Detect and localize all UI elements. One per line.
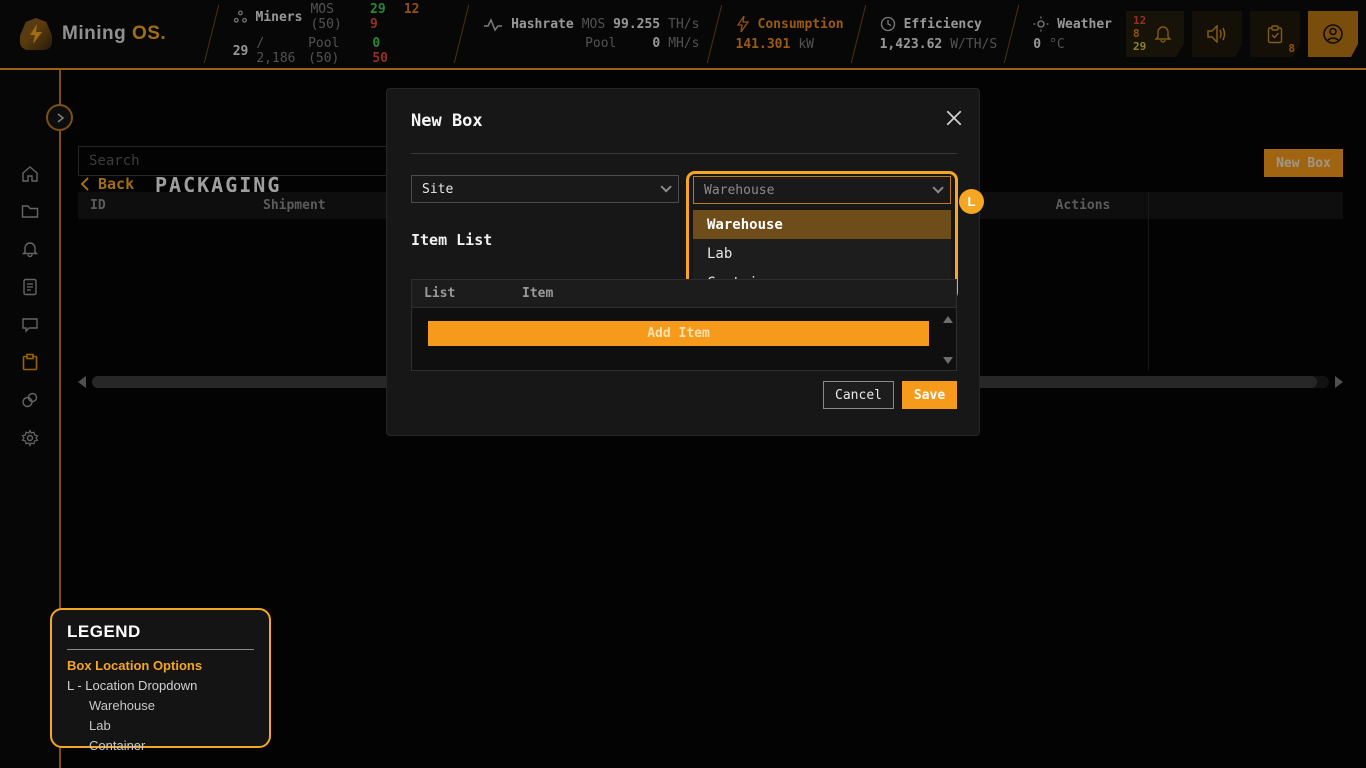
chevron-down-icon: [660, 181, 671, 192]
item-list-heading: Item List: [411, 231, 492, 249]
modal-title: New Box: [411, 111, 483, 131]
column-header-item: Item: [522, 286, 553, 301]
item-table-header-row: List Item: [412, 280, 956, 308]
legend-divider: [67, 649, 254, 650]
annotation-badge-l: L: [959, 189, 984, 214]
cancel-button[interactable]: Cancel: [823, 381, 894, 409]
legend-panel: LEGEND Box Location Options L - Location…: [50, 608, 271, 748]
legend-option-container: Container: [67, 738, 254, 753]
site-select[interactable]: Site: [411, 175, 679, 203]
site-select-value: Site: [422, 182, 453, 197]
dropdown-option-warehouse[interactable]: Warehouse: [693, 210, 951, 239]
save-button[interactable]: Save: [902, 381, 957, 409]
column-header-list: List: [412, 286, 522, 301]
location-select-value: Warehouse: [704, 183, 774, 198]
legend-entry: L - Location Dropdown: [67, 678, 254, 693]
scroll-up-icon[interactable]: [943, 316, 953, 323]
modal-divider: [411, 153, 957, 154]
item-list-table: List Item Add Item: [411, 279, 957, 371]
legend-title: LEGEND: [67, 622, 254, 642]
legend-section-title: Box Location Options: [67, 658, 254, 673]
new-box-modal: New Box Site Warehouse Warehouse Lab Con…: [386, 88, 980, 436]
dropdown-option-lab[interactable]: Lab: [693, 239, 951, 268]
legend-option-lab: Lab: [67, 718, 254, 733]
location-select[interactable]: Warehouse: [693, 176, 951, 204]
close-icon[interactable]: [945, 109, 963, 127]
chevron-down-icon: [932, 182, 943, 193]
scroll-down-icon[interactable]: [943, 357, 953, 364]
legend-option-warehouse: Warehouse: [67, 698, 254, 713]
add-item-button[interactable]: Add Item: [428, 321, 929, 346]
